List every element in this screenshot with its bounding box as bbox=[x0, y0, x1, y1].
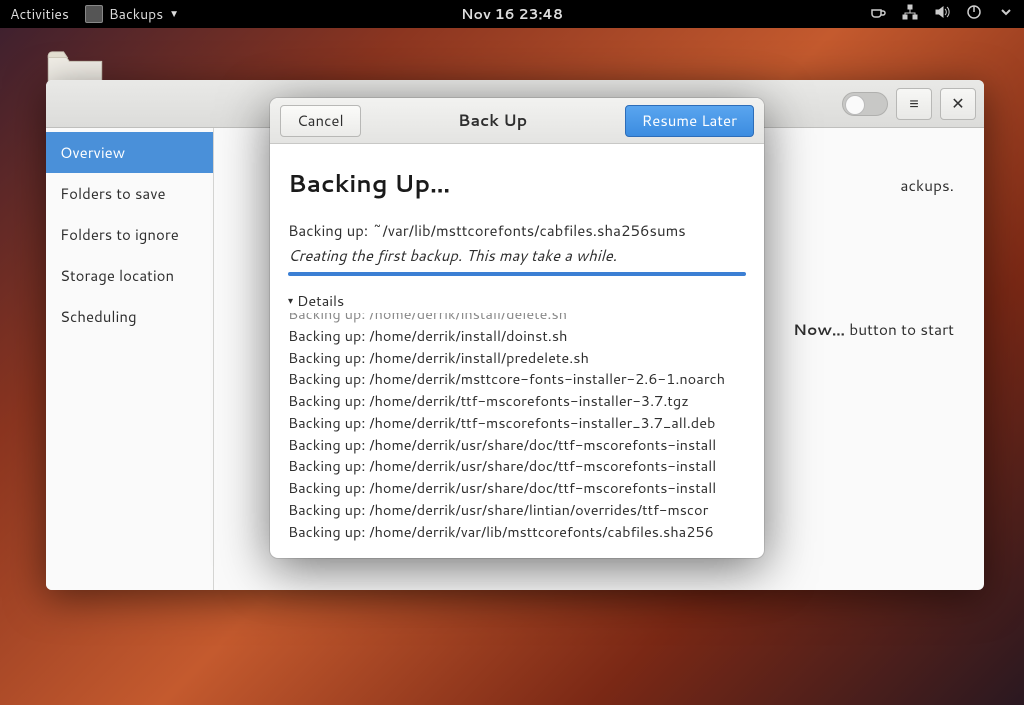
app-menu-label: Backups bbox=[109, 4, 163, 24]
sidebar-item-folders-to-ignore[interactable]: Folders to ignore bbox=[46, 214, 213, 255]
log-line: Backing up: /home/derrik/install/predele… bbox=[288, 347, 746, 369]
volume-icon[interactable] bbox=[934, 4, 950, 25]
dialog-title: Back Up bbox=[371, 109, 615, 132]
chevron-down-icon: ▼ bbox=[169, 7, 179, 21]
sidebar-item-folders-to-save[interactable]: Folders to save bbox=[46, 173, 213, 214]
backup-toggle-switch[interactable] bbox=[842, 92, 888, 116]
log-line: Backing up: /home/derrik/install/doinst.… bbox=[288, 325, 746, 347]
log-line: Backing up: /home/derrik/usr/share/doc/t… bbox=[288, 477, 746, 499]
caffeine-icon[interactable] bbox=[870, 4, 886, 25]
triangle-down-icon: ▾ bbox=[288, 294, 293, 308]
progress-bar bbox=[288, 272, 746, 276]
log-line: Backing up: /home/derrik/usr/share/doc/t… bbox=[288, 434, 746, 456]
status-line: Backing up: ~/var/lib/msttcorefonts/cabf… bbox=[288, 220, 746, 241]
power-icon[interactable] bbox=[966, 4, 982, 25]
log-line: Backing up: /home/derrik/ttf-mscorefonts… bbox=[288, 412, 746, 434]
app-menu-icon bbox=[85, 5, 103, 23]
resume-later-button[interactable]: Resume Later bbox=[625, 105, 754, 137]
clock[interactable]: Nov 16 23:48 bbox=[461, 4, 563, 24]
app-menu[interactable]: Backups ▼ bbox=[85, 4, 179, 24]
network-icon[interactable] bbox=[902, 4, 918, 25]
content-text-tail: button to start bbox=[845, 318, 954, 340]
log-line: Backing up: /home/derrik/ttf-mscorefonts… bbox=[288, 390, 746, 412]
log-line: Backing up: /home/derrik/var/lib/msttcor… bbox=[288, 521, 746, 543]
hamburger-menu-button[interactable]: ≡ bbox=[896, 88, 932, 120]
window-close-button[interactable]: ✕ bbox=[940, 88, 976, 120]
log-line: Backing up: /home/derrik/usr/share/doc/t… bbox=[288, 455, 746, 477]
system-menu-chevron-icon[interactable] bbox=[998, 4, 1014, 25]
sidebar-item-storage-location[interactable]: Storage location bbox=[46, 255, 213, 296]
gnome-topbar: Activities Backups ▼ Nov 16 23:48 bbox=[0, 0, 1024, 28]
log-output: Backing up: /home/derrik/install/delete.… bbox=[288, 313, 746, 548]
sidebar-item-scheduling[interactable]: Scheduling bbox=[46, 296, 213, 337]
hint-line: Creating the first backup. This may take… bbox=[288, 245, 746, 266]
cancel-button[interactable]: Cancel bbox=[280, 105, 361, 137]
sidebar: OverviewFolders to saveFolders to ignore… bbox=[46, 128, 214, 590]
content-text-fragment: Now… button to start bbox=[793, 318, 954, 340]
dialog-header: Cancel Back Up Resume Later bbox=[270, 98, 764, 144]
details-label-text: Details bbox=[297, 290, 344, 311]
sidebar-item-overview[interactable]: Overview bbox=[46, 132, 213, 173]
backup-progress-dialog: Cancel Back Up Resume Later Backing Up… … bbox=[270, 98, 764, 558]
backup-now-label: Now… bbox=[793, 318, 845, 340]
log-line: Backing up: /home/derrik/usr/share/linti… bbox=[288, 499, 746, 521]
details-expander[interactable]: ▾ Details bbox=[288, 290, 746, 311]
content-text-fragment: ackups. bbox=[900, 174, 954, 196]
activities-button[interactable]: Activities bbox=[10, 4, 69, 24]
log-line: Backing up: /home/derrik/msttcore-fonts-… bbox=[288, 368, 746, 390]
log-line: Backing up: /home/derrik/install/delete.… bbox=[288, 313, 746, 325]
dialog-heading: Backing Up… bbox=[288, 166, 746, 200]
